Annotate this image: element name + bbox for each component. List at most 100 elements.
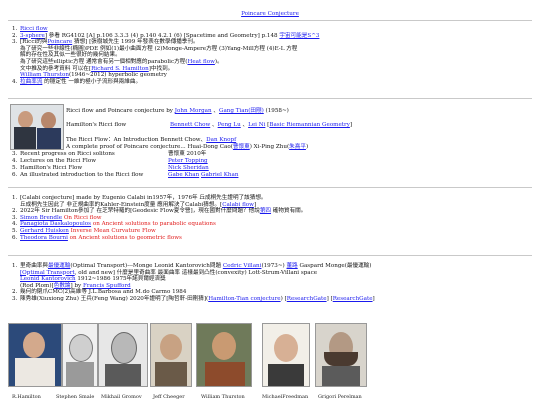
reference-link[interactable]: Peter Topping (168, 158, 208, 164)
reference-author: Nick Sheridan (168, 165, 209, 172)
reference-link[interactable]: William Thurston (20, 72, 69, 78)
text-fragment: 里奇曲率與 (20, 263, 48, 269)
divider (8, 255, 532, 256)
text-fragment: Gaspard Monge(最優運輸) (297, 263, 372, 269)
reference-link[interactable]: Calabi flow (222, 202, 254, 208)
ricci-flow-references: 3. Recent progress on Ricci solitons 曹懷東 2… (12, 151, 272, 179)
text-fragment: ] by (70, 282, 83, 289)
reference-author: Peter Topping (168, 158, 208, 165)
text-fragment: 為了研究這些elliptic方程 通常會有另一個相對應的parabolic方程( (20, 58, 188, 65)
list-item: 2. 幾何的閉爪CMC(2)高維等 J.L.Barbosa and M.do Ca… (12, 289, 375, 296)
item-number: 4. (12, 158, 18, 164)
reference-link[interactable]: John Morgan (175, 108, 212, 114)
text-fragment: ] 參看 RG4102 [A] p.106 3.3.3 (4) p.140 4.… (44, 32, 280, 39)
reference-link[interactable]: Richard S. Hamilton (91, 66, 149, 72)
text-fragment: Hamilton's Ricci flow (66, 122, 127, 128)
reference-link[interactable]: Dan Knopf (206, 137, 236, 143)
list-item: 3. Simon Brendle On Ricci flow (12, 215, 306, 222)
book-chow-knopf: The Ricci Flow：An Introduction Bennett C… (66, 137, 236, 144)
reference-link[interactable]: 宇宙可能是S^3 (279, 33, 319, 39)
book-hamilton-ricci-flow: Hamilton's Ricci flow (66, 122, 126, 129)
caption-gromov: Mikhail Gromov (101, 394, 142, 400)
text-fragment: on Ancient solutions to parabolic equati… (92, 221, 216, 228)
list-item: 2. 2022年 Sir Hamilton參加了 在芝罘特羅的[Geodesic … (12, 208, 306, 215)
text-fragment: ) (305, 144, 309, 150)
item-number: 4. (12, 78, 18, 85)
section-optimal-transport: 1. 里奇曲率與最優運輸(Optimal Transport)---Monge L… (12, 263, 375, 303)
reference-link[interactable]: Gabe Khan (168, 172, 199, 178)
text-fragment: ] (372, 295, 375, 302)
list-item: 6. An illustrated introduction to the Ric… (12, 172, 272, 179)
reference-link[interactable]: Theodora Bourni (20, 235, 68, 241)
text-fragment: ) Xi-Ping Zhu( (249, 144, 290, 150)
reference-link[interactable]: Lei Ni (248, 122, 265, 128)
list-item: 1. Ricci flow (12, 26, 319, 33)
reference-link[interactable]: Leonid Kantorovich (20, 276, 76, 282)
text-fragment: 幾何的閉爪CMC(2)高維等 J.L.Barbosa and M.do Carm… (20, 289, 187, 296)
reference-link[interactable]: Ricci flow (20, 26, 48, 32)
text-fragment: ] (253, 201, 257, 208)
item-number: 6. (12, 172, 18, 178)
reference-link[interactable]: Hamilton-Tian conjecture (208, 296, 280, 302)
reference-link[interactable]: [Optimal Transport (20, 270, 75, 276)
section-calabi: 1. [Calabi conjecture] made by Eugenio Ca… (12, 195, 306, 241)
list-item: 3. [Ricci的與Poincare 猜想] [張樹城先生 1999 年發表在數… (12, 39, 319, 46)
text-fragment: ] (349, 122, 353, 128)
list-item: 5. Gerhard Huisken Inverse Mean Curvature… (12, 228, 306, 235)
text-fragment: 丘成桐先生因此了 非正規曲率的Kahler-Einstein度量 應用解決了Ca… (20, 201, 223, 208)
morgan-tian-photo (10, 104, 64, 150)
reference-link[interactable]: ResearchGate (333, 296, 373, 302)
reference-link[interactable]: Basic Riemannian Geometry (269, 122, 350, 128)
reference-link[interactable]: Simon Brendle (20, 215, 62, 221)
reference-link[interactable]: Gabriel Khan (201, 172, 238, 178)
reference-link[interactable]: Cedric Villani (223, 263, 262, 269)
text-fragment: The Ricci Flow：An Introduction Bennett C… (66, 137, 207, 143)
list-item: 1. [Calabi conjecture] made by Eugenio Ca… (12, 195, 306, 202)
reference-author: 曹懷東 2010年 (168, 151, 206, 158)
reference-link[interactable]: 色數論 (54, 283, 71, 289)
text-fragment: [Calabi conjecture] made by Eugenio Cala… (20, 195, 267, 201)
item-number: 1. (12, 195, 18, 201)
reference-link[interactable]: 董路 (287, 263, 298, 269)
text-fragment: 、 (240, 122, 249, 128)
reference-link[interactable]: Bennett Chow (170, 122, 210, 128)
list-item: 1. 里奇曲率與最優運輸(Optimal Transport)---Monge L… (12, 263, 375, 270)
reference-link[interactable]: 3-sphere (20, 33, 45, 39)
text-fragment: 2022年 Sir Hamilton參加了 在芝罘特羅的[Geodesic Fl… (20, 208, 260, 215)
item-number: 5. (12, 227, 18, 234)
text-fragment: 解的存在性及其似一些很好的幾何結果。 (20, 52, 121, 59)
reference-link[interactable]: Panagiota Daskalopoulos (20, 221, 91, 227)
caption-cheeger: Jeff Cheeger (153, 394, 185, 400)
reference-link[interactable]: 最優運輸 (48, 263, 70, 269)
list-item: 4. 拉曲率流 的穩定性 一維的極小子流形與兩維曲。 (12, 79, 319, 86)
item-number: 5. (12, 165, 18, 171)
item-number: 3. (12, 295, 18, 302)
reference-link[interactable]: Gerhard Huisken (20, 228, 69, 234)
book-morgan-tian: Ricci flow and Poincare conjecture by Jo… (66, 108, 289, 115)
reference-link[interactable]: 拉曲率流 (20, 79, 42, 85)
section-ricci-intro: 1. Ricci flow 2. 3-sphere] 參看 RG4102 [A] p.… (12, 26, 319, 85)
reference-link[interactable]: Gang Tian(田剛) (219, 108, 264, 114)
text-fragment: (Rod Plom)[ (20, 282, 54, 289)
reference-link[interactable]: 朱熹平 (289, 144, 306, 150)
reference-link[interactable]: Nick Sheridan (168, 165, 209, 171)
reference-title: An illustrated introduction to the Ricci… (20, 172, 144, 178)
text-fragment: 確物質有關。 (271, 208, 307, 215)
reference-link[interactable]: 第四 (260, 208, 271, 214)
text-fragment: 、 (211, 108, 219, 114)
reference-link[interactable]: 曹懷東 (233, 144, 250, 150)
item-number: 2. (12, 289, 18, 296)
item-number: 4. (12, 221, 18, 228)
reference-author: Gabe Khan Gabriel Khan (168, 172, 238, 179)
portrait-gromov (98, 323, 148, 387)
reference-link[interactable]: Poincare (47, 39, 72, 45)
text-fragment: on Ancient solutions to geometric flows (67, 234, 182, 241)
text-fragment: 、 (210, 122, 218, 128)
reference-link[interactable]: ResearchGate (287, 296, 327, 302)
caption-freedman: MichaelFreedman (262, 394, 309, 400)
reference-link[interactable]: Heat flow (187, 59, 214, 65)
page-title[interactable]: Poincare Conjecture (241, 11, 299, 17)
item-number: 6. (12, 234, 18, 241)
reference-link[interactable]: Peng Lu (218, 122, 241, 128)
reference-link[interactable]: Francis Spufford (83, 283, 131, 289)
